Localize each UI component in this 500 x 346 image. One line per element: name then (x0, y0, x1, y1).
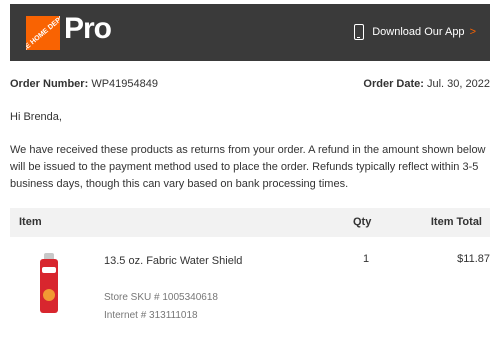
column-header-total: Item Total (430, 216, 482, 228)
order-number: Order Number: WP41954849 (10, 78, 158, 90)
product-sku: Store SKU # 1005340618 (104, 292, 218, 303)
greeting: Hi Brenda, (10, 111, 62, 123)
order-info: Order Number: WP41954849 Order Date: Jul… (10, 78, 490, 90)
order-number-value: WP41954849 (91, 78, 158, 90)
product-name[interactable]: 13.5 oz. Fabric Water Shield (104, 255, 242, 267)
order-number-label: Order Number: (10, 78, 89, 90)
chevron-right-icon: > (469, 26, 476, 38)
download-app-link[interactable]: Download Our App > (354, 24, 476, 40)
can-body (40, 259, 58, 313)
column-header-item: Item (19, 216, 42, 228)
product-total: $11.87 (457, 253, 490, 265)
phone-icon (354, 24, 365, 40)
order-date-value: Jul. 30, 2022 (427, 78, 490, 90)
download-app-label: Download Our App (372, 26, 465, 38)
product-internet-number: Internet # 313111018 (104, 310, 198, 321)
refund-message: We have received these products as retur… (10, 144, 486, 190)
product-qty: 1 (363, 253, 370, 265)
order-date: Order Date: Jul. 30, 2022 (363, 78, 490, 90)
pro-label: Pro (64, 12, 112, 45)
order-date-label: Order Date: (363, 78, 424, 90)
spray-can-icon[interactable] (40, 253, 58, 313)
home-depot-logo[interactable]: THE HOME DEPOT (26, 16, 60, 50)
logo-text: THE HOME DEPOT (26, 16, 60, 50)
table-header: Item Qty Item Total (10, 208, 490, 237)
column-header-qty: Qty (353, 216, 372, 228)
email-header: THE HOME DEPOT Pro Download Our App > (10, 4, 490, 61)
